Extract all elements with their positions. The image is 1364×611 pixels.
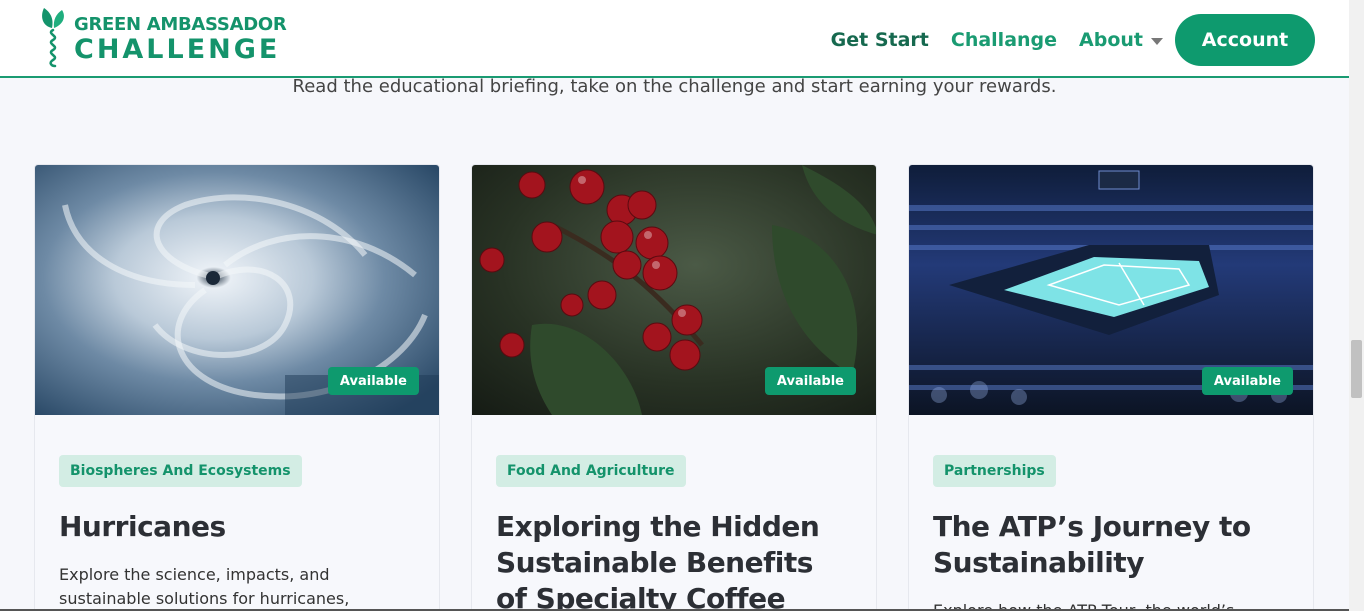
main-nav: Get Start Challange About Account: [831, 14, 1315, 66]
card-title[interactable]: Exploring the Hidden Sustainable Benefit…: [496, 509, 852, 611]
nav-about-label: About: [1079, 29, 1143, 51]
category-tag[interactable]: Biospheres And Ecosystems: [59, 455, 302, 487]
card-description: Explore the science, impacts, and sustai…: [59, 565, 350, 608]
brand-name-line2: CHALLENGE: [74, 33, 281, 65]
scrollbar-thumb[interactable]: [1351, 340, 1362, 398]
nav-get-start[interactable]: Get Start: [831, 29, 929, 51]
leaf-spiral-icon: [38, 6, 70, 68]
challenge-card[interactable]: Available Biospheres And Ecosystems Hurr…: [34, 164, 440, 611]
card-title[interactable]: The ATP’s Journey to Sustainability: [933, 509, 1289, 581]
challenge-card[interactable]: Available Food And Agriculture Exploring…: [471, 164, 877, 611]
available-badge: Available: [764, 367, 856, 395]
available-badge: Available: [327, 367, 419, 395]
brand-logo[interactable]: GREEN AMBASSADOR CHALLENGE: [38, 6, 287, 68]
hurricane-satellite-image[interactable]: Available: [35, 165, 439, 415]
category-tag[interactable]: Food And Agriculture: [496, 455, 686, 487]
account-button[interactable]: Account: [1175, 14, 1315, 66]
nav-about-dropdown[interactable]: About: [1079, 29, 1163, 51]
category-tag[interactable]: Partnerships: [933, 455, 1056, 487]
available-badge: Available: [1201, 367, 1293, 395]
tennis-arena-image[interactable]: Available: [909, 165, 1313, 415]
nav-challange[interactable]: Challange: [951, 29, 1057, 51]
site-header: GREEN AMBASSADOR CHALLENGE Get Start Cha…: [0, 0, 1349, 78]
chevron-down-icon: [1151, 37, 1163, 45]
brand-name-line1: GREEN AMBASSADOR: [74, 13, 287, 35]
intro-text: Read the educational briefing, take on t…: [292, 76, 1057, 97]
coffee-cherries-image[interactable]: Available: [472, 165, 876, 415]
vertical-scrollbar[interactable]: [1349, 0, 1364, 611]
card-title[interactable]: Hurricanes: [59, 509, 415, 545]
challenge-card[interactable]: Available Partnerships The ATP’s Journey…: [908, 164, 1314, 611]
